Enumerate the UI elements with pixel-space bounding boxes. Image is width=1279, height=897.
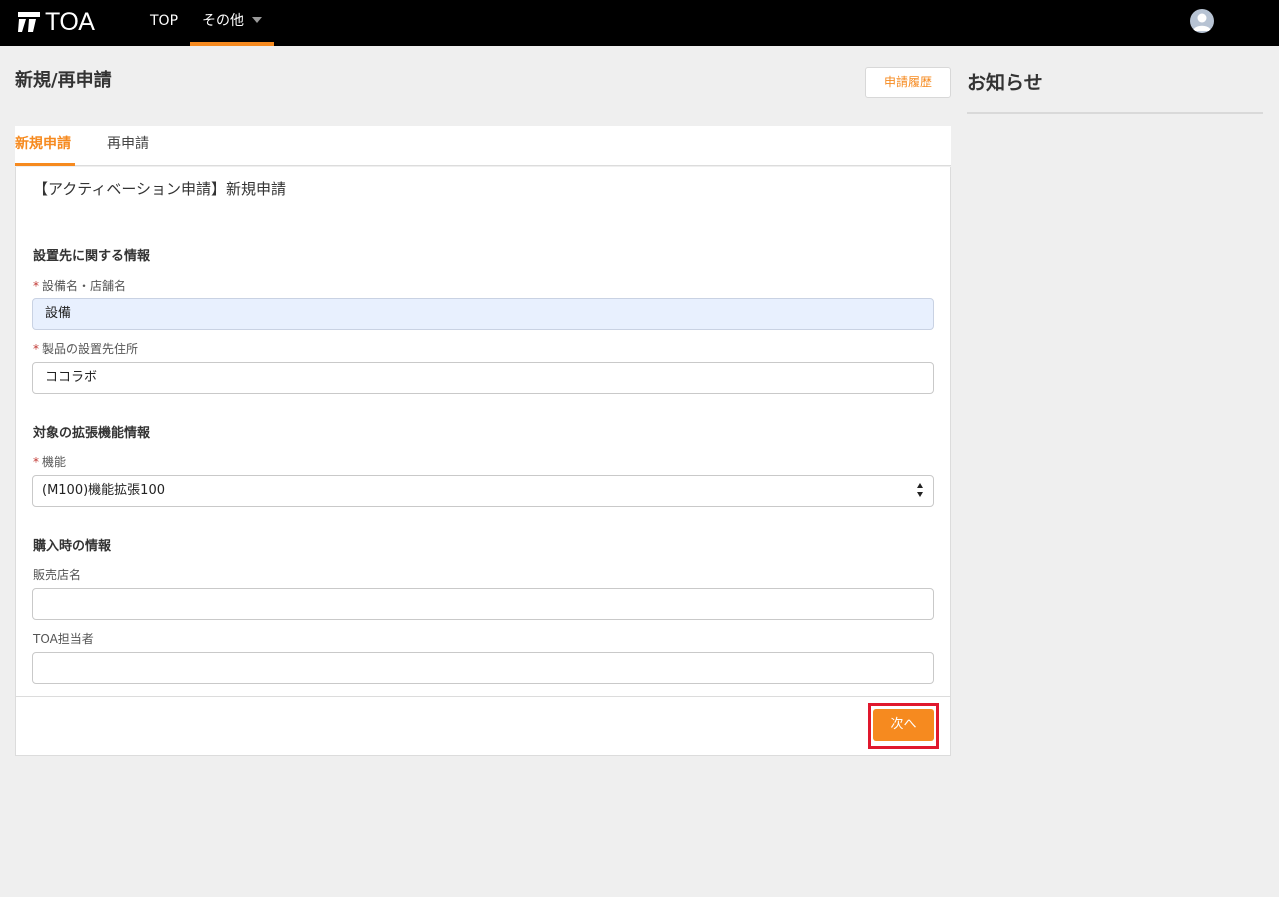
install-address-input[interactable]: ココラボ [32, 362, 934, 394]
nav-other-menu[interactable]: その他 [190, 0, 274, 46]
toa-logo[interactable]: TOA [17, 8, 95, 36]
application-form-card: 【アクティベーション申請】新規申請 設置先に関する情報 * 設備名・店舗名 設備 … [15, 167, 951, 756]
section-location-info: 設置先に関する情報 [33, 249, 151, 264]
required-mark: * [33, 279, 39, 293]
required-mark: * [33, 455, 39, 469]
feature-select-value: (M100)機能拡張100 [42, 483, 165, 498]
form-footer-divider [16, 696, 950, 697]
select-arrows-icon [917, 483, 925, 499]
application-history-button[interactable]: 申請履歴 [865, 67, 951, 98]
install-address-label: * 製品の設置先住所 [33, 340, 138, 357]
application-tabs: 新規申請 再申請 [15, 126, 951, 166]
toa-logo-text: TOA [45, 8, 95, 36]
form-heading: 【アクティベーション申請】新規申請 [33, 180, 287, 198]
facility-name-label: * 設備名・店舗名 [33, 277, 126, 294]
top-nav-bar: TOA TOP その他 [0, 0, 1279, 46]
toa-logo-icon [17, 10, 41, 34]
facility-name-input[interactable]: 設備 [32, 298, 934, 330]
news-divider [967, 112, 1263, 114]
feature-select[interactable]: (M100)機能拡張100 [32, 475, 934, 507]
feature-label-text: 機能 [42, 455, 67, 469]
user-avatar-icon[interactable] [1190, 9, 1214, 33]
required-mark: * [33, 342, 39, 356]
news-title: お知らせ [967, 72, 1043, 94]
facility-name-label-text: 設備名・店舗名 [42, 279, 127, 293]
install-address-label-text: 製品の設置先住所 [42, 342, 139, 356]
nav-other-label: その他 [202, 13, 244, 29]
nav-top[interactable]: TOP [150, 0, 178, 46]
next-button[interactable]: 次へ [873, 709, 934, 741]
store-name-label: 販売店名 [33, 568, 82, 582]
section-feature-info: 対象の拡張機能情報 [33, 426, 151, 441]
page-title: 新規/再申請 [15, 70, 112, 91]
feature-label: * 機能 [33, 453, 66, 470]
tab-new-application[interactable]: 新規申請 [15, 126, 75, 166]
toa-staff-label: TOA担当者 [33, 632, 94, 646]
section-purchase-info: 購入時の情報 [33, 539, 112, 554]
toa-staff-input[interactable] [32, 652, 934, 684]
store-name-input[interactable] [32, 588, 934, 620]
chevron-down-icon [252, 17, 262, 23]
tab-reapply[interactable]: 再申請 [107, 126, 149, 166]
